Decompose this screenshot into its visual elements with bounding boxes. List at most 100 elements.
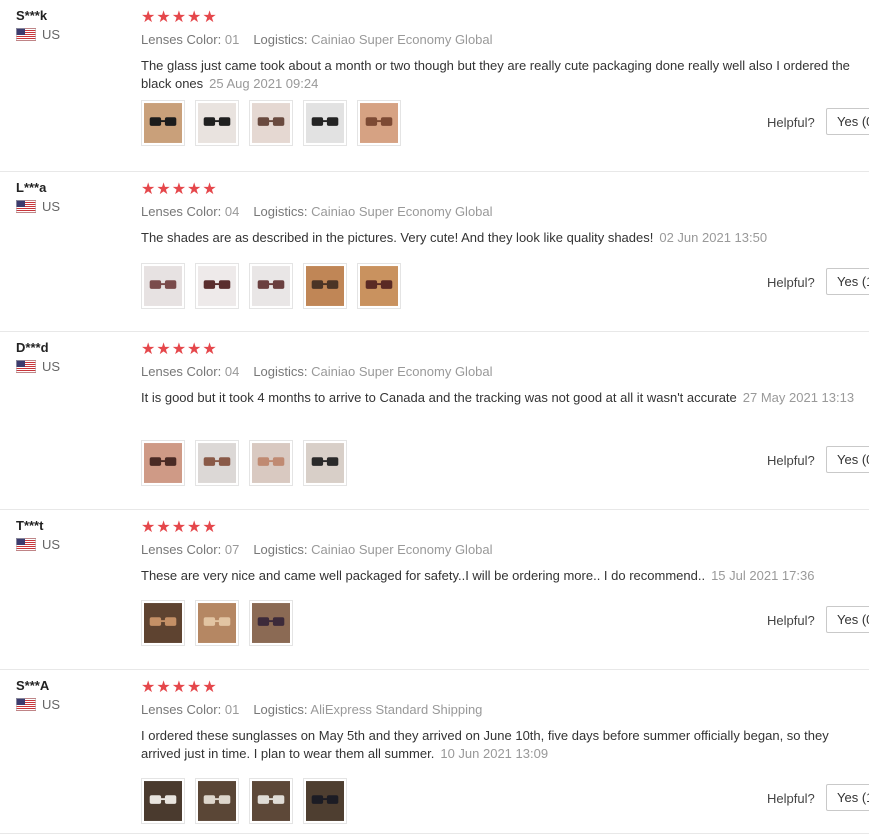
star-rating: ★★★★★ — [141, 181, 218, 198]
helpful-yes-button[interactable]: Yes (0 — [826, 606, 869, 633]
reviewer-country: US — [16, 537, 60, 552]
review-date: 15 Jul 2021 17:36 — [711, 568, 815, 583]
lenses-color-label: Lenses Color: — [141, 32, 222, 47]
review-sku-info: Lenses Color: 01 Logistics: AliExpress St… — [141, 702, 482, 717]
review-photo-thumbnail[interactable] — [249, 263, 293, 309]
country-code: US — [42, 27, 61, 42]
review-photo-thumbnail[interactable] — [195, 440, 239, 486]
helpful-label: Helpful? — [767, 115, 815, 130]
us-flag-icon — [16, 698, 36, 711]
review-photo-thumbnail[interactable] — [249, 778, 293, 824]
country-code: US — [42, 537, 61, 552]
lenses-color-label: Lenses Color: — [141, 702, 222, 717]
review-photo-thumbnail[interactable] — [303, 440, 347, 486]
logistics-value: Cainiao Super Economy Global — [311, 204, 493, 219]
review-text: I ordered these sunglasses on May 5th an… — [141, 727, 859, 763]
review-photo-thumbnail[interactable] — [249, 100, 293, 146]
us-flag-icon — [16, 538, 36, 551]
country-code: US — [42, 697, 61, 712]
lenses-color-label: Lenses Color: — [141, 364, 222, 379]
review-sku-info: Lenses Color: 07 Logistics: Cainiao Super… — [141, 542, 493, 557]
review-photo-thumbnail[interactable] — [195, 100, 239, 146]
logistics-value: Cainiao Super Economy Global — [311, 364, 493, 379]
lenses-color-value: 07 — [224, 542, 240, 557]
review-photo-thumbnail[interactable] — [141, 778, 185, 824]
review-item: D***d US ★★★★★ Lenses Color: 04 Logistics: C… — [0, 332, 869, 510]
helpful-yes-button[interactable]: Yes (1 — [826, 268, 869, 295]
reviewer-country: US — [16, 199, 60, 214]
review-photo-thumbnail[interactable] — [249, 440, 293, 486]
review-photo-thumbnail[interactable] — [303, 100, 347, 146]
review-item: S***k US ★★★★★ Lenses Color: 01 Logistics: C… — [0, 0, 869, 172]
review-text: The shades are as described in the pictu… — [141, 229, 859, 247]
review-photo-thumbnail[interactable] — [303, 778, 347, 824]
review-photos — [141, 100, 411, 146]
logistics-label: Logistics: — [253, 32, 308, 47]
review-item: S***A US ★★★★★ Lenses Color: 01 Logistics: A… — [0, 670, 869, 834]
reviewer-name: S***k — [16, 8, 48, 23]
review-date: 02 Jun 2021 13:50 — [659, 230, 768, 245]
review-photo-thumbnail[interactable] — [249, 600, 293, 646]
helpful-yes-button[interactable]: Yes (1 — [826, 784, 869, 811]
helpful-label: Helpful? — [767, 275, 815, 290]
review-photos — [141, 600, 303, 646]
star-rating: ★★★★★ — [141, 341, 218, 358]
star-rating: ★★★★★ — [141, 679, 218, 696]
lenses-color-value: 01 — [224, 32, 240, 47]
review-photo-thumbnail[interactable] — [141, 263, 185, 309]
logistics-value: Cainiao Super Economy Global — [311, 32, 493, 47]
review-photo-thumbnail[interactable] — [195, 600, 239, 646]
review-photo-thumbnail[interactable] — [195, 263, 239, 309]
review-body: The shades are as described in the pictu… — [141, 230, 654, 245]
review-photo-thumbnail[interactable] — [357, 100, 401, 146]
lenses-color-label: Lenses Color: — [141, 542, 222, 557]
review-sku-info: Lenses Color: 04 Logistics: Cainiao Super… — [141, 364, 493, 379]
review-text: It is good but it took 4 months to arriv… — [141, 389, 859, 407]
review-photo-thumbnail[interactable] — [357, 263, 401, 309]
reviewer-name: D***d — [16, 340, 49, 355]
review-photos — [141, 440, 357, 486]
helpful-yes-button[interactable]: Yes (0 — [826, 108, 869, 135]
review-photo-thumbnail[interactable] — [141, 600, 185, 646]
lenses-color-value: 04 — [224, 204, 240, 219]
review-photos — [141, 263, 411, 309]
helpful-label: Helpful? — [767, 453, 815, 468]
star-rating: ★★★★★ — [141, 9, 218, 26]
reviewer-name: T***t — [16, 518, 44, 533]
review-text: These are very nice and came well packag… — [141, 567, 859, 585]
review-item: T***t US ★★★★★ Lenses Color: 07 Logistics: C… — [0, 510, 869, 670]
review-photos — [141, 778, 357, 824]
helpful-yes-button[interactable]: Yes (0 — [826, 446, 869, 473]
logistics-label: Logistics: — [253, 702, 308, 717]
review-photo-thumbnail[interactable] — [141, 440, 185, 486]
review-list: S***k US ★★★★★ Lenses Color: 01 Logistics: C… — [0, 0, 869, 834]
star-rating: ★★★★★ — [141, 519, 218, 536]
logistics-value: Cainiao Super Economy Global — [311, 542, 493, 557]
helpful-label: Helpful? — [767, 613, 815, 628]
review-sku-info: Lenses Color: 04 Logistics: Cainiao Super… — [141, 204, 493, 219]
country-code: US — [42, 199, 61, 214]
reviewer-country: US — [16, 359, 60, 374]
logistics-label: Logistics: — [253, 364, 308, 379]
review-photo-thumbnail[interactable] — [141, 100, 185, 146]
review-text: The glass just came took about a month o… — [141, 57, 859, 93]
lenses-color-value: 04 — [224, 364, 240, 379]
review-photo-thumbnail[interactable] — [303, 263, 347, 309]
logistics-label: Logistics: — [253, 204, 308, 219]
logistics-label: Logistics: — [253, 542, 308, 557]
review-date: 27 May 2021 13:13 — [742, 390, 855, 405]
logistics-value: AliExpress Standard Shipping — [310, 702, 483, 717]
lenses-color-value: 01 — [224, 702, 240, 717]
review-photo-thumbnail[interactable] — [195, 778, 239, 824]
review-body: These are very nice and came well packag… — [141, 568, 706, 583]
reviewer-country: US — [16, 27, 60, 42]
review-date: 10 Jun 2021 13:09 — [440, 746, 549, 761]
review-item: L***a US ★★★★★ Lenses Color: 04 Logistics: C… — [0, 172, 869, 332]
review-date: 25 Aug 2021 09:24 — [209, 76, 319, 91]
country-code: US — [42, 359, 61, 374]
helpful-label: Helpful? — [767, 791, 815, 806]
lenses-color-label: Lenses Color: — [141, 204, 222, 219]
review-sku-info: Lenses Color: 01 Logistics: Cainiao Super… — [141, 32, 493, 47]
review-body: It is good but it took 4 months to arriv… — [141, 390, 737, 405]
us-flag-icon — [16, 200, 36, 213]
